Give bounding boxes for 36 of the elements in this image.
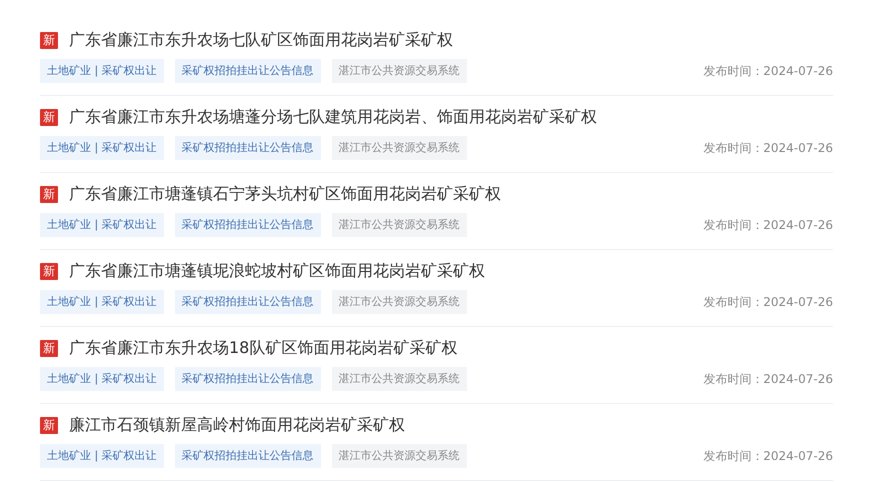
notice-title-link[interactable]: 廉江市石颈镇新屋高岭村饰面用花岗岩矿采矿权 — [69, 414, 405, 436]
source-tag: 湛江市公共资源交易系统 — [332, 367, 467, 391]
category-tag: 土地矿业 | 采矿权出让 — [40, 213, 164, 237]
new-badge: 新 — [40, 186, 58, 202]
category-tag: 采矿权招拍挂出让公告信息 — [174, 136, 321, 160]
new-badge: 新 — [40, 108, 58, 126]
category-tag: 土地矿业 | 采矿权出让 — [40, 367, 164, 391]
source-tag: 湛江市公共资源交易系统 — [332, 213, 467, 237]
notice-title-link[interactable]: 广东省廉江市塘蓬镇坭浪蛇坡村矿区饰面用花岗岩矿采矿权 — [69, 260, 485, 282]
new-badge: 新 — [40, 340, 58, 356]
publish-date: 发布时间：2024-07-26 — [703, 216, 833, 234]
notice-title-link[interactable]: 广东省廉江市东升农场七队矿区饰面用花岗岩矿采矿权 — [69, 30, 453, 50]
category-tag: 土地矿业 | 采矿权出让 — [40, 136, 164, 160]
category-tag: 采矿权招拍挂出让公告信息 — [174, 59, 321, 83]
category-tag: 土地矿业 | 采矿权出让 — [40, 290, 164, 314]
source-tag: 湛江市公共资源交易系统 — [332, 136, 467, 160]
notice-title-link[interactable]: 广东省廉江市东升农场塘蓬分场七队建筑用花岗岩、饰面用花岗岩矿采矿权 — [69, 106, 597, 128]
publish-date: 发布时间：2024-07-26 — [703, 294, 833, 310]
notice-title-link[interactable]: 广东省廉江市东升农场18队矿区饰面用花岗岩矿采矿权 — [69, 338, 458, 358]
publish-date: 发布时间：2024-07-26 — [703, 448, 833, 464]
new-badge: 新 — [40, 32, 58, 48]
publish-date: 发布时间：2024-07-26 — [703, 140, 833, 156]
new-badge: 新 — [40, 262, 58, 280]
new-badge: 新 — [40, 416, 58, 434]
publish-date: 发布时间：2024-07-26 — [703, 370, 833, 388]
publish-date: 发布时间：2024-07-26 — [703, 62, 833, 80]
category-tag: 土地矿业 | 采矿权出让 — [40, 59, 164, 83]
category-tag: 采矿权招拍挂出让公告信息 — [174, 290, 321, 314]
category-tag: 采矿权招拍挂出让公告信息 — [174, 367, 321, 391]
category-tag: 采矿权招拍挂出让公告信息 — [174, 213, 321, 237]
source-tag: 湛江市公共资源交易系统 — [332, 290, 467, 314]
notice-title-link[interactable]: 广东省廉江市塘蓬镇石宁茅头坑村矿区饰面用花岗岩矿采矿权 — [69, 184, 501, 204]
source-tag: 湛江市公共资源交易系统 — [332, 59, 467, 83]
category-tag: 土地矿业 | 采矿权出让 — [40, 444, 164, 468]
category-tag: 采矿权招拍挂出让公告信息 — [174, 444, 321, 468]
source-tag: 湛江市公共资源交易系统 — [332, 444, 467, 468]
